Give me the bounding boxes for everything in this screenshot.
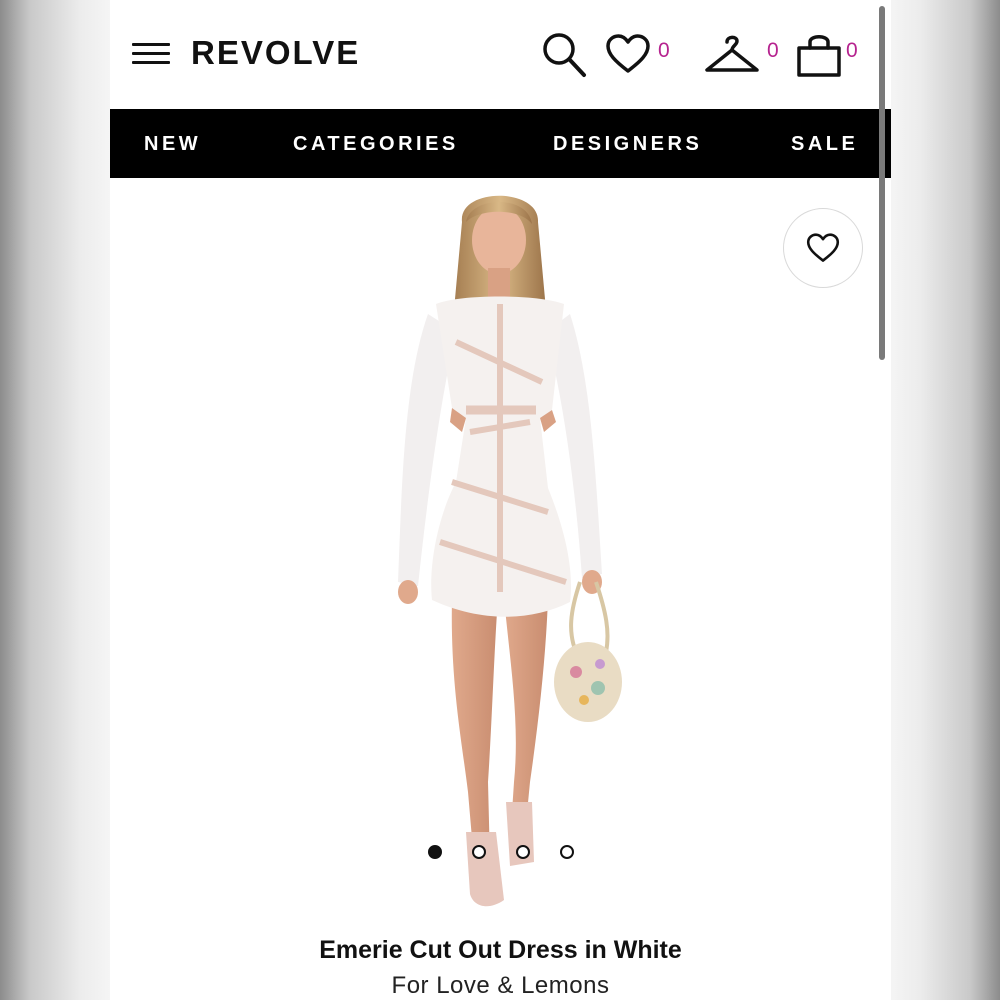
wishlist-heart-icon[interactable] bbox=[605, 34, 651, 74]
hanger-icon[interactable] bbox=[703, 30, 761, 76]
shopping-bag-icon[interactable] bbox=[795, 30, 843, 78]
product-designer-link[interactable]: For Love & Lemons bbox=[110, 969, 891, 1000]
closet-count: 0 bbox=[767, 39, 779, 62]
carousel-dot-3[interactable] bbox=[516, 845, 530, 859]
carousel-dot-2[interactable] bbox=[472, 845, 486, 859]
bag-count: 0 bbox=[846, 39, 858, 62]
wishlist-count: 0 bbox=[658, 39, 670, 62]
nav-designers[interactable]: DESIGNERS bbox=[553, 109, 702, 178]
search-icon[interactable] bbox=[541, 31, 587, 79]
app-screen: REVOLVE 0 0 0 NEW CATEGORIES DESIGNERS S… bbox=[110, 0, 891, 1000]
product-title: Emerie Cut Out Dress in White bbox=[319, 936, 682, 964]
nav-new[interactable]: NEW bbox=[144, 109, 201, 178]
heart-outline-icon bbox=[806, 233, 840, 262]
page-scrollbar[interactable] bbox=[879, 6, 885, 360]
header: REVOLVE 0 0 0 bbox=[110, 0, 891, 109]
add-to-favorites-button[interactable] bbox=[783, 208, 863, 288]
carousel-dot-1[interactable] bbox=[428, 845, 442, 859]
product-image[interactable] bbox=[110, 178, 891, 923]
carousel-dot-4[interactable] bbox=[560, 845, 574, 859]
carousel-pagination bbox=[110, 843, 891, 863]
hamburger-menu-icon[interactable] bbox=[132, 40, 170, 68]
category-nav: NEW CATEGORIES DESIGNERS SALE bbox=[110, 109, 891, 178]
model-photo bbox=[398, 195, 622, 907]
nav-sale[interactable]: SALE bbox=[791, 109, 858, 178]
nav-categories[interactable]: CATEGORIES bbox=[293, 109, 459, 178]
brand-logo[interactable]: REVOLVE bbox=[191, 33, 360, 73]
